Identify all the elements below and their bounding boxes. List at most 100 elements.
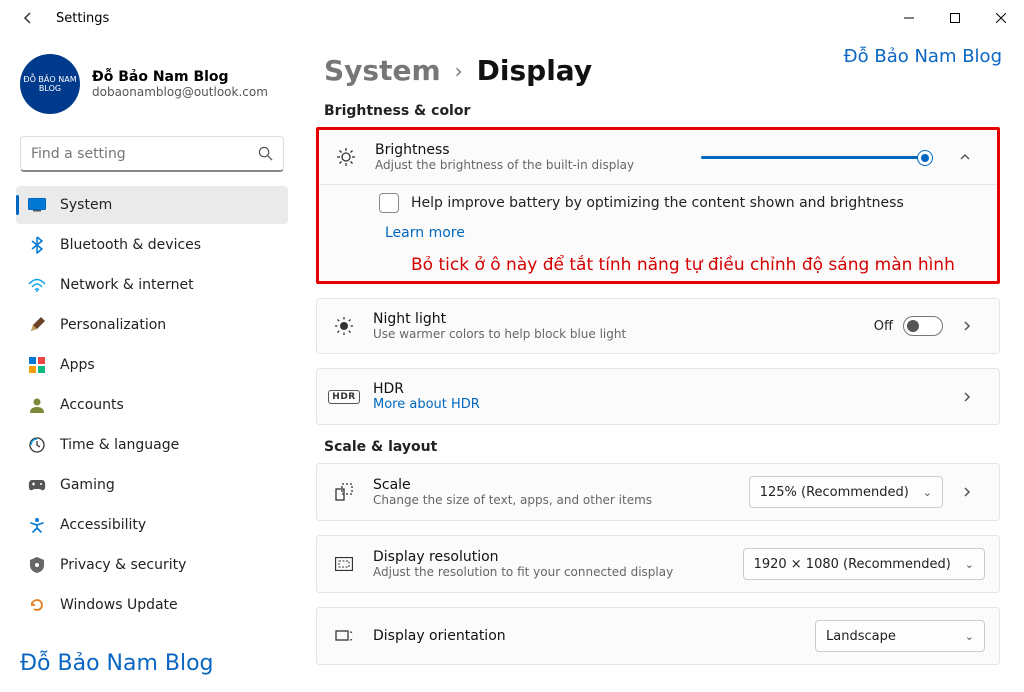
- scale-title: Scale: [373, 477, 731, 493]
- orientation-icon: [333, 625, 355, 647]
- hdr-link[interactable]: More about HDR: [373, 397, 943, 412]
- night-light-state: Off: [874, 319, 893, 334]
- brightness-icon: [335, 146, 357, 168]
- nav-apps[interactable]: Apps: [16, 346, 288, 384]
- night-light-card[interactable]: Night light Use warmer colors to help bl…: [316, 298, 1000, 354]
- accessibility-icon: [28, 516, 46, 534]
- search-input[interactable]: [31, 146, 258, 162]
- resolution-card[interactable]: Display resolution Adjust the resolution…: [316, 535, 1000, 593]
- nav-label: Network & internet: [60, 277, 194, 293]
- nav: System Bluetooth & devices Network & int…: [16, 186, 288, 624]
- optimize-checkbox[interactable]: [379, 193, 399, 213]
- resolution-value: 1920 × 1080 (Recommended): [754, 557, 951, 572]
- bluetooth-icon: [28, 236, 46, 254]
- search-box[interactable]: [20, 136, 284, 172]
- brightness-title: Brightness: [375, 142, 683, 158]
- nav-accounts[interactable]: Accounts: [16, 386, 288, 424]
- scale-dropdown[interactable]: 125% (Recommended) ⌄: [749, 476, 943, 508]
- brand-watermark-bottom: Đỗ Bảo Nam Blog: [16, 643, 288, 680]
- resolution-dropdown[interactable]: 1920 × 1080 (Recommended) ⌄: [743, 548, 985, 580]
- brightness-desc: Adjust the brightness of the built-in di…: [375, 158, 683, 172]
- optimize-label: Help improve battery by optimizing the c…: [411, 195, 904, 211]
- back-button[interactable]: [20, 10, 44, 26]
- time-icon: [28, 436, 46, 454]
- night-light-title: Night light: [373, 311, 856, 327]
- nav-privacy[interactable]: Privacy & security: [16, 546, 288, 584]
- nav-label: Gaming: [60, 477, 115, 493]
- scale-desc: Change the size of text, apps, and other…: [373, 493, 731, 507]
- resolution-title: Display resolution: [373, 549, 725, 565]
- personalization-icon: [28, 316, 46, 334]
- main-content: Đỗ Bảo Nam Blog System › Display Brightn…: [300, 36, 1024, 692]
- nav-label: System: [60, 197, 112, 213]
- maximize-button[interactable]: [932, 2, 978, 34]
- nav-label: Time & language: [60, 437, 179, 453]
- orientation-dropdown[interactable]: Landscape ⌄: [815, 620, 985, 652]
- update-icon: [28, 596, 46, 614]
- brand-watermark-top: Đỗ Bảo Nam Blog: [844, 46, 1002, 67]
- breadcrumb-current: Display: [477, 54, 592, 87]
- nav-label: Accounts: [60, 397, 124, 413]
- window-title: Settings: [56, 11, 109, 26]
- avatar: ĐỖ BẢO NAM BLOG: [20, 54, 80, 114]
- nav-label: Privacy & security: [60, 557, 186, 573]
- nav-accessibility[interactable]: Accessibility: [16, 506, 288, 544]
- nav-gaming[interactable]: Gaming: [16, 466, 288, 504]
- system-icon: [28, 196, 46, 214]
- nav-personalization[interactable]: Personalization: [16, 306, 288, 344]
- learn-more-link[interactable]: Learn more: [385, 225, 465, 241]
- nav-label: Windows Update: [60, 597, 178, 613]
- hdr-title: HDR: [373, 381, 943, 397]
- annotation-text: Bỏ tick ở ô này để tắt tính năng tự điều…: [379, 255, 983, 275]
- nav-bluetooth[interactable]: Bluetooth & devices: [16, 226, 288, 264]
- chevron-right-icon: ›: [455, 59, 463, 83]
- chevron-down-icon: ⌄: [923, 486, 932, 499]
- night-light-icon: [333, 315, 355, 337]
- gaming-icon: [28, 476, 46, 494]
- breadcrumb-parent[interactable]: System: [324, 54, 441, 87]
- night-light-desc: Use warmer colors to help block blue lig…: [373, 327, 856, 341]
- nav-label: Personalization: [60, 317, 166, 333]
- hdr-icon: HDR: [333, 386, 355, 408]
- apps-icon: [28, 356, 46, 374]
- nav-label: Bluetooth & devices: [60, 237, 201, 253]
- titlebar: Settings: [0, 0, 1024, 36]
- resolution-icon: [333, 553, 355, 575]
- search-icon: [258, 146, 273, 161]
- chevron-down-icon: ⌄: [965, 630, 974, 643]
- scale-value: 125% (Recommended): [760, 485, 909, 500]
- user-name: Đỗ Bảo Nam Blog: [92, 69, 268, 85]
- chevron-right-icon[interactable]: [961, 320, 985, 332]
- nav-network[interactable]: Network & internet: [16, 266, 288, 304]
- orientation-card[interactable]: Display orientation Landscape ⌄: [316, 607, 1000, 665]
- minimize-button[interactable]: [886, 2, 932, 34]
- nav-update[interactable]: Windows Update: [16, 586, 288, 624]
- orientation-title: Display orientation: [373, 628, 797, 644]
- chevron-down-icon: ⌄: [965, 558, 974, 571]
- nav-time[interactable]: Time & language: [16, 426, 288, 464]
- brightness-slider[interactable]: [701, 147, 931, 167]
- brightness-optimize-row: Help improve battery by optimizing the c…: [319, 184, 997, 281]
- scale-icon: [333, 481, 355, 503]
- nav-label: Accessibility: [60, 517, 146, 533]
- scale-card[interactable]: Scale Change the size of text, apps, and…: [316, 463, 1000, 521]
- resolution-desc: Adjust the resolution to fit your connec…: [373, 565, 725, 579]
- night-light-toggle[interactable]: [903, 316, 943, 336]
- orientation-value: Landscape: [826, 629, 896, 644]
- nav-label: Apps: [60, 357, 95, 373]
- close-button[interactable]: [978, 2, 1024, 34]
- accounts-icon: [28, 396, 46, 414]
- section-scale-layout: Scale & layout: [324, 439, 1000, 455]
- sidebar: ĐỖ BẢO NAM BLOG Đỗ Bảo Nam Blog dobaonam…: [0, 36, 300, 692]
- section-brightness-color: Brightness & color: [324, 103, 1000, 119]
- nav-system[interactable]: System: [16, 186, 288, 224]
- network-icon: [28, 276, 46, 294]
- expand-chevron-icon[interactable]: [959, 151, 983, 163]
- user-block[interactable]: ĐỖ BẢO NAM BLOG Đỗ Bảo Nam Blog dobaonam…: [16, 50, 288, 130]
- user-email: dobaonamblog@outlook.com: [92, 85, 268, 99]
- privacy-icon: [28, 556, 46, 574]
- chevron-right-icon[interactable]: [961, 486, 985, 498]
- hdr-card[interactable]: HDR HDR More about HDR: [316, 368, 1000, 425]
- chevron-right-icon[interactable]: [961, 391, 985, 403]
- brightness-card: Brightness Adjust the brightness of the …: [316, 127, 1000, 284]
